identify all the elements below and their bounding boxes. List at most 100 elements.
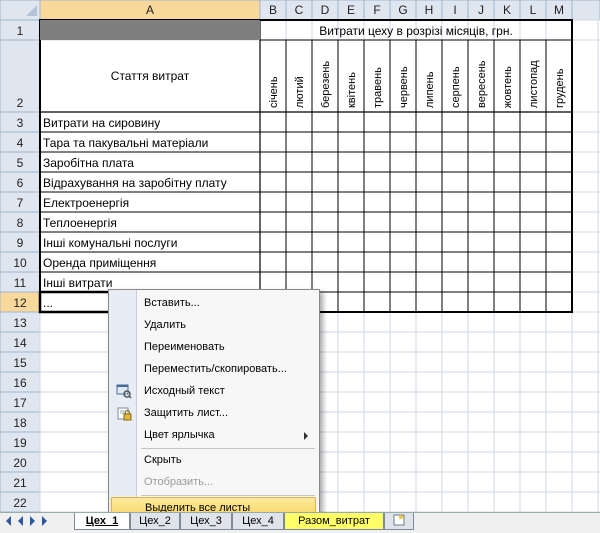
item-label-8[interactable]: Оренда приміщення	[43, 256, 156, 270]
month-header-12: грудень	[554, 68, 566, 108]
month-header-1: січень	[268, 76, 280, 108]
row-header-label-22: 22	[13, 496, 27, 510]
menu-item-insert-label: Вставить...	[144, 297, 200, 309]
sheet-tab-4[interactable]: Цех_4	[232, 513, 284, 530]
first-sheet-icon[interactable]	[6, 516, 11, 526]
row-header-label-10: 10	[13, 256, 27, 270]
row-header-label-16: 16	[13, 376, 27, 390]
row-header-label-18: 18	[13, 416, 27, 430]
column-header-label-C: C	[295, 3, 304, 17]
row-header-label-1: 1	[17, 24, 24, 38]
submenu-arrow-icon	[304, 432, 308, 440]
menu-item-view-code[interactable]: Исходный текст	[111, 381, 316, 401]
cells[interactable]: Витрати цеху в розрізі місяців, грн. Стат…	[38, 20, 566, 314]
row-header-label-12: 12	[13, 296, 27, 310]
menu-separator	[141, 448, 315, 449]
row-header-label-7: 7	[17, 196, 24, 210]
menu-item-protect[interactable]: Защитить лист...	[111, 403, 316, 423]
insert-sheet-tab[interactable]	[384, 513, 414, 530]
menu-item-move-copy[interactable]: Переместить/скопировать...	[111, 359, 316, 379]
menu-item-hide-label: Скрыть	[144, 454, 182, 466]
item-label-6[interactable]: Теплоенергія	[43, 216, 117, 230]
menu-item-tab-color[interactable]: Цвет ярлычка	[111, 425, 316, 445]
menu-separator	[141, 495, 315, 496]
month-header-8: серпень	[450, 66, 462, 108]
column-header-label-F: F	[373, 3, 380, 17]
item-column-header: Стаття витрат	[111, 69, 190, 83]
column-header-label-D: D	[321, 3, 330, 17]
month-header-10: жовтень	[502, 66, 514, 108]
item-label-5[interactable]: Електроенергія	[43, 196, 129, 210]
lock-sheet-icon	[116, 405, 132, 421]
row-header-label-19: 19	[13, 436, 27, 450]
item-label-4[interactable]: Відрахування на заробітну плату	[43, 176, 227, 190]
menu-item-tab-color-label: Цвет ярлычка	[144, 429, 215, 441]
menu-item-unhide: Отобразить...	[111, 472, 316, 492]
row-header-label-14: 14	[13, 336, 27, 350]
month-header-7: липень	[424, 71, 436, 108]
month-header-3: березень	[320, 61, 332, 108]
item-label-3[interactable]: Заробітна плата	[43, 156, 134, 170]
row-header-label-8: 8	[17, 216, 24, 230]
column-header-label-K: K	[503, 3, 511, 17]
month-header-4: квітень	[346, 72, 358, 108]
month-header-11: листопад	[528, 60, 540, 108]
row-header-label-3: 3	[17, 116, 24, 130]
row-header-label-15: 15	[13, 356, 27, 370]
column-header-label-L: L	[530, 3, 537, 17]
next-sheet-icon[interactable]	[30, 516, 35, 526]
header-title: Витрати цеху в розрізі місяців, грн.	[319, 24, 513, 38]
view-code-icon	[116, 383, 132, 399]
menu-item-delete-label: Удалить	[144, 319, 186, 331]
menu-item-rename[interactable]: Переименовать	[111, 337, 316, 357]
prev-sheet-icon[interactable]	[18, 516, 23, 526]
last-sheet-icon[interactable]	[42, 516, 47, 526]
row-header-label-4: 4	[17, 136, 24, 150]
month-header-6: червень	[398, 66, 410, 108]
item-label-10[interactable]: ...	[43, 296, 53, 310]
row-header-label-21: 21	[13, 476, 27, 490]
month-header-9: вересень	[476, 60, 488, 108]
menu-item-delete[interactable]: Удалить	[111, 315, 316, 335]
sheet-tab-bar: Цех_1 Цех_2 Цех_3 Цех_4 Разом_витрат	[0, 512, 600, 533]
column-headers: A B C D E F G H I J K L M	[0, 0, 600, 21]
row-header-label-6: 6	[17, 176, 24, 190]
item-label-1[interactable]: Витрати на сировину	[43, 116, 160, 130]
column-header-label-J: J	[478, 3, 484, 17]
new-sheet-icon	[391, 514, 407, 530]
row-header-label-5: 5	[17, 156, 24, 170]
sheet-tab-totals[interactable]: Разом_витрат	[284, 513, 384, 530]
item-label-7[interactable]: Інші комунальні послуги	[43, 236, 177, 250]
column-header-label-A: A	[146, 3, 154, 17]
sheet-tab-2[interactable]: Цех_2	[130, 513, 180, 530]
menu-item-hide[interactable]: Скрыть	[111, 450, 316, 470]
column-header-label-E: E	[347, 3, 355, 17]
row-header-label-9: 9	[17, 236, 24, 250]
menu-item-rename-label: Переименовать	[144, 341, 225, 353]
column-header-label-I: I	[453, 3, 456, 17]
column-header-label-H: H	[425, 3, 434, 17]
menu-item-unhide-label: Отобразить...	[144, 476, 214, 488]
row-header-label-13: 13	[13, 316, 27, 330]
sheet-tab-3[interactable]: Цех_3	[180, 513, 232, 530]
item-label-9[interactable]: Інші витрати	[43, 276, 112, 290]
sheet-tab-1[interactable]: Цех_1	[74, 513, 130, 530]
row-header-label-2: 2	[17, 96, 24, 110]
column-header-label-B: B	[269, 3, 277, 17]
row-header-label-20: 20	[13, 456, 27, 470]
row-headers: 12345678910111213141516171819202122	[0, 19, 41, 512]
month-header-2: лютий	[294, 76, 306, 108]
column-header-label-M: M	[554, 3, 564, 17]
menu-item-view-code-label: Исходный текст	[144, 385, 225, 397]
menu-item-insert[interactable]: Вставить...	[111, 293, 316, 313]
sheet-context-menu: Вставить... Удалить Переименовать Переме…	[108, 289, 320, 521]
month-header-5: травень	[372, 67, 384, 108]
column-header-empty	[571, 0, 600, 21]
menu-item-protect-label: Защитить лист...	[144, 407, 229, 419]
cell-A1[interactable]	[40, 20, 260, 40]
row-header-label-17: 17	[13, 396, 27, 410]
menu-item-move-copy-label: Переместить/скопировать...	[144, 363, 287, 375]
item-label-2[interactable]: Тара та пакувальні матеріали	[43, 136, 208, 150]
column-header-label-G: G	[398, 3, 407, 17]
row-header-label-11: 11	[14, 276, 27, 290]
